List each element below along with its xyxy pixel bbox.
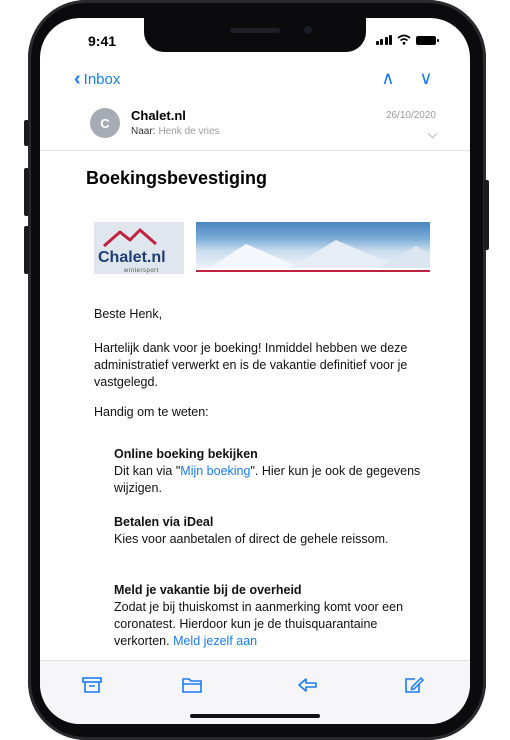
section-ideal: Betalen via iDeal Kies voor aanbetalen o… [114, 514, 434, 548]
section-title: Betalen via iDeal [114, 515, 214, 529]
side-button-volume-down [24, 226, 29, 274]
brand-logo-text: Chalet.nl [98, 249, 166, 266]
status-time: 9:41 [88, 33, 117, 49]
message-date: 26/10/2020 [385, 110, 436, 121]
side-button-volume-up [24, 168, 29, 216]
notch [144, 18, 366, 52]
section-title: Meld je vakantie bij de overheid [114, 583, 302, 597]
back-label: Inbox [83, 70, 121, 88]
status-icons [375, 34, 439, 45]
back-to-inbox-button[interactable]: ‹ Inbox [74, 68, 121, 90]
sender-avatar[interactable]: C [90, 108, 120, 138]
section-text: Zodat je bij thuiskomst in aanmerking ko… [114, 600, 404, 648]
next-message-button[interactable]: ∨ [416, 68, 436, 89]
front-camera [304, 26, 312, 34]
banner-photo [196, 222, 430, 268]
recipient-name: Henk de vries [158, 126, 220, 137]
battery-icon [416, 36, 439, 45]
message-subject: Boekingsbevestiging [86, 168, 268, 188]
section-overheid: Meld je vakantie bij de overheid Zodat j… [114, 582, 434, 650]
section-online-booking: Online boeking bekijken Dit kan via "Mij… [114, 446, 434, 497]
recipient-label: Naar: [131, 126, 156, 137]
mountain-logo-icon [103, 228, 157, 248]
mijn-boeking-link[interactable]: Mijn boeking [180, 464, 250, 478]
section-title: Online boeking bekijken [114, 447, 258, 461]
details-chevron-icon[interactable] [427, 128, 438, 139]
signal-icon [375, 35, 392, 45]
banner-divider [196, 270, 430, 272]
mail-nav-bar: ‹ Inbox ∧ ∨ [40, 64, 470, 100]
brand-logo-subtitle: wintersport [124, 268, 159, 274]
reply-icon[interactable] [296, 675, 320, 695]
message-header: C Chalet.nl Naar: Henk de vries 26/10/202… [40, 102, 470, 151]
email-banner[interactable]: Chalet.nl wintersport [94, 222, 430, 282]
brand-logo: Chalet.nl wintersport [94, 222, 184, 274]
greeting: Beste Henk, [94, 307, 163, 321]
section-text: Kies voor aanbetalen of direct de gehele… [114, 532, 389, 546]
side-button-power [484, 180, 489, 250]
folder-icon[interactable] [180, 675, 204, 695]
home-indicator [190, 714, 320, 718]
section-text: Dit kan via "Mijn boeking". Hier kun je … [114, 464, 421, 495]
wifi-icon [397, 34, 411, 45]
chevron-left-icon: ‹ [74, 68, 81, 90]
recipient-line[interactable]: Naar: Henk de vries [131, 126, 220, 137]
sender-name[interactable]: Chalet.nl [131, 108, 186, 123]
speaker-grille [230, 28, 280, 33]
meld-jezelf-aan-link[interactable]: Meld jezelf aan [173, 634, 257, 648]
compose-icon[interactable] [402, 675, 426, 695]
message-navigation: ∧ ∨ [378, 68, 436, 89]
phone-screen: 9:41 ‹ Inbox ∧ ∨ C Chalet.nl Naar: Henk … [40, 18, 470, 724]
side-button-mute [24, 120, 29, 146]
archive-icon[interactable] [80, 675, 104, 695]
intro-paragraph: Hartelijk dank voor je boeking! Inmiddel… [94, 341, 408, 389]
handy-heading: Handig om te weten: [94, 405, 209, 419]
previous-message-button[interactable]: ∧ [378, 68, 398, 89]
